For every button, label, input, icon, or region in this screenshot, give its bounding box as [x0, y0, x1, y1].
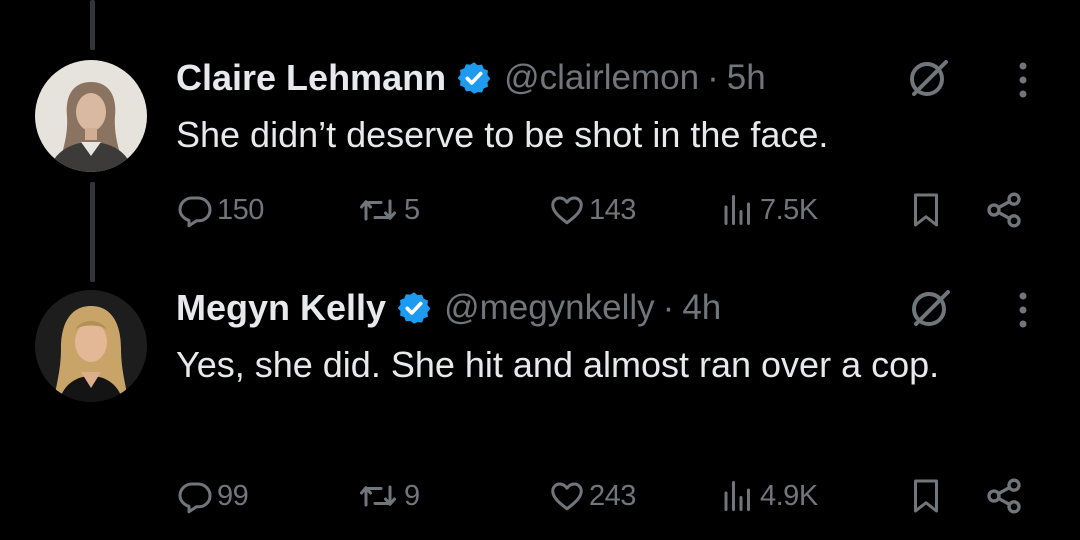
more-icon[interactable] [1013, 60, 1033, 100]
bookmark-icon [914, 193, 938, 227]
action-bar: 150 5 143 7.5K [0, 190, 1080, 230]
reply-icon [178, 196, 212, 228]
views-count: 7.5K [760, 193, 818, 226]
repost-count: 9 [404, 479, 420, 512]
share-button[interactable] [984, 476, 1024, 516]
tweet-text: Yes, she did. She hit and almost ran ove… [176, 344, 940, 385]
reply-count: 150 [217, 193, 264, 226]
share-button[interactable] [984, 190, 1024, 230]
like-button[interactable]: 143 [549, 190, 636, 230]
verified-badge-icon [457, 62, 491, 94]
grok-icon[interactable] [906, 284, 954, 332]
repost-count: 5 [404, 193, 420, 226]
like-button[interactable]: 243 [549, 476, 636, 516]
repost-button[interactable]: 9 [356, 476, 420, 516]
repost-icon [360, 199, 396, 221]
reply-button[interactable]: 99 [177, 476, 249, 516]
share-icon [987, 192, 1021, 228]
bookmark-button[interactable] [908, 190, 944, 230]
reply-count: 99 [217, 479, 249, 512]
repost-button[interactable]: 5 [356, 190, 420, 230]
timestamp[interactable]: 4h [682, 288, 721, 328]
bookmark-button[interactable] [908, 476, 944, 516]
author-handle[interactable]: @clairlemon [504, 58, 699, 98]
action-bar: 99 9 243 4.9K [0, 476, 1080, 516]
tweet-megyn-kelly[interactable]: Megyn Kelly @megynkelly · 4h Yes, she di… [0, 270, 1080, 540]
like-count: 143 [589, 193, 636, 226]
tweet-text: She didn’t deserve to be shot in the fac… [176, 114, 829, 155]
author-name[interactable]: Megyn Kelly [176, 287, 386, 329]
views-count: 4.9K [760, 479, 818, 512]
separator-dot: · [662, 288, 675, 327]
like-count: 243 [589, 479, 636, 512]
timestamp[interactable]: 5h [727, 58, 766, 98]
share-icon [987, 478, 1021, 514]
avatar[interactable] [35, 60, 147, 172]
more-icon[interactable] [1013, 290, 1033, 330]
views-button[interactable]: 4.9K [720, 476, 818, 516]
views-button[interactable]: 7.5K [720, 190, 818, 230]
tweet-header: Claire Lehmann @clairlemon · 5h [176, 53, 766, 103]
tweet-header: Megyn Kelly @megynkelly · 4h [176, 283, 721, 333]
author-handle[interactable]: @megynkelly [444, 288, 655, 328]
bookmark-icon [914, 479, 938, 513]
like-icon [551, 482, 583, 511]
repost-icon [360, 485, 396, 507]
like-icon [551, 196, 583, 225]
tweet-claire-lehmann[interactable]: Claire Lehmann @clairlemon · 5h She didn… [0, 0, 1080, 270]
verified-badge-icon [397, 292, 431, 324]
reply-button[interactable]: 150 [177, 190, 264, 230]
avatar[interactable] [35, 290, 147, 402]
views-icon [724, 195, 750, 225]
reply-icon [178, 482, 212, 514]
separator-dot: · [707, 58, 719, 97]
grok-icon[interactable] [904, 54, 952, 102]
author-name[interactable]: Claire Lehmann [176, 57, 446, 99]
views-icon [724, 481, 750, 511]
